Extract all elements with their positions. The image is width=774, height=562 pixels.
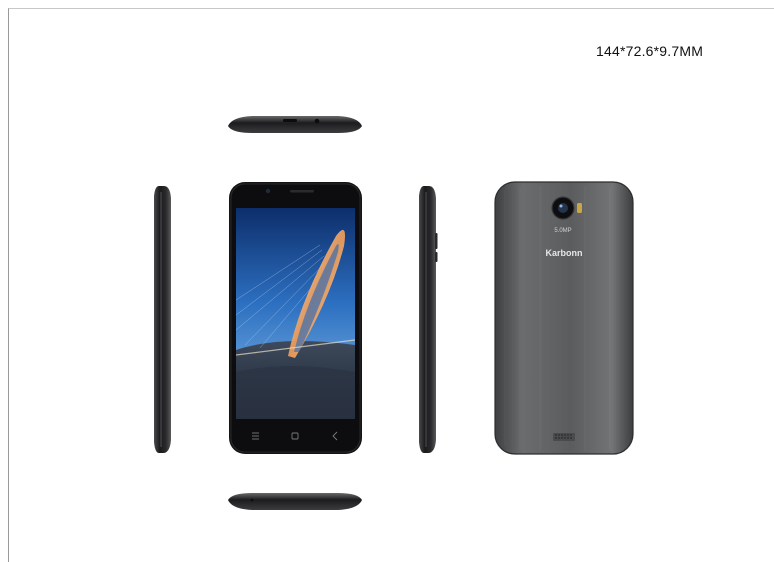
headphone-jack xyxy=(314,118,320,124)
screen-wallpaper xyxy=(235,208,356,419)
phone-right-side-view xyxy=(419,186,438,453)
camera-megapixel-label: 5.0MP xyxy=(554,228,571,234)
usb-port xyxy=(283,119,297,122)
earpiece xyxy=(290,190,314,193)
speaker-grille xyxy=(553,433,575,441)
volume-button xyxy=(435,233,438,249)
brand-logo: Karbonn xyxy=(546,248,583,258)
phone-left-side-view xyxy=(154,186,171,453)
power-button xyxy=(435,252,438,262)
flash xyxy=(577,203,582,213)
phone-back-view: 5.0MP Karbonn xyxy=(494,181,634,455)
phone-front-view xyxy=(229,182,362,454)
microphone-hole xyxy=(250,498,254,502)
front-camera xyxy=(265,188,271,194)
phone-top-view xyxy=(228,116,362,133)
phone-bottom-view xyxy=(228,493,362,510)
phone-views: 5.0MP Karbonn xyxy=(154,116,634,510)
